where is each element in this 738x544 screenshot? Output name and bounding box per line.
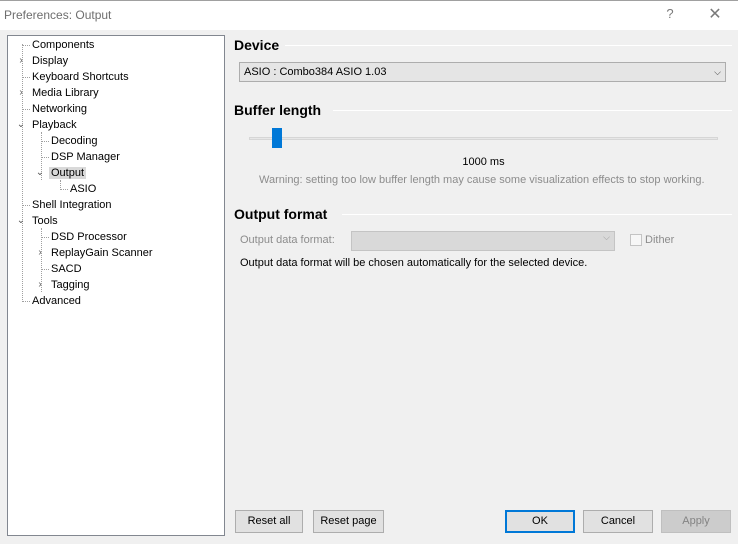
tree-item-label: Shell Integration [32, 199, 112, 211]
tree-line [22, 77, 30, 78]
tree-item-label: Components [32, 39, 95, 51]
expand-chevron-icon[interactable]: › [35, 245, 45, 261]
tree-item-display[interactable]: Display [30, 53, 70, 69]
device-select-value: ASIO : Combo384 ASIO 1.03 [244, 66, 387, 78]
tree-line [22, 301, 30, 302]
output-format-note: Output data format will be chosen automa… [240, 257, 588, 269]
preferences-tree[interactable]: › › ⌄ ⌄ ⌄ › › Components Display Keyboar… [7, 35, 225, 536]
output-format-heading: Output format [234, 206, 328, 222]
tree-item-label: ReplayGain Scanner [51, 247, 153, 259]
tree-item-sacd[interactable]: SACD [49, 261, 84, 277]
tree-item-shell-integration[interactable]: Shell Integration [30, 197, 114, 213]
dither-checkbox[interactable] [630, 234, 642, 246]
reset-page-button[interactable]: Reset page [313, 510, 384, 533]
tree-item-playback[interactable]: Playback [30, 117, 79, 133]
tree-item-networking[interactable]: Networking [30, 101, 89, 117]
buffer-length-heading: Buffer length [234, 102, 322, 118]
buffer-warning-text: Warning: setting too low buffer length m… [259, 174, 705, 186]
tree-line [60, 189, 68, 190]
tree-item-label: SACD [51, 263, 82, 275]
tree-line [22, 44, 23, 302]
buffer-length-slider-thumb[interactable] [272, 128, 282, 148]
tree-line [41, 141, 49, 142]
tree-item-tagging[interactable]: Tagging [49, 277, 92, 293]
section-divider [285, 45, 732, 46]
tree-item-asio[interactable]: ASIO [68, 181, 98, 197]
expand-chevron-icon[interactable]: › [35, 277, 45, 293]
tree-item-label: Advanced [32, 295, 81, 307]
buffer-length-slider-track[interactable] [249, 137, 718, 140]
tree-item-label: Networking [32, 103, 88, 115]
section-divider [342, 214, 732, 215]
tree-item-label: DSD Processor [51, 231, 127, 243]
title-bar: Preferences: Output ? ✕ [0, 0, 738, 30]
output-data-format-select[interactable]: ⌵ [351, 231, 615, 251]
reset-all-button[interactable]: Reset all [235, 510, 303, 533]
tree-item-label: Tools [32, 215, 58, 227]
tree-item-label: Decoding [51, 135, 98, 147]
collapse-chevron-icon[interactable]: ⌄ [16, 117, 26, 133]
chevron-down-icon: ⌵ [603, 232, 610, 242]
tree-item-label: Display [32, 55, 69, 67]
tree-line [22, 45, 30, 46]
tree-item-media-library[interactable]: Media Library [30, 85, 101, 101]
tree-item-label: Media Library [32, 87, 99, 99]
window-title: Preferences: Output [4, 8, 112, 22]
section-divider [333, 110, 732, 111]
tree-line [41, 237, 49, 238]
device-heading: Device [234, 37, 280, 53]
chevron-down-icon: ⌵ [714, 67, 721, 77]
expand-chevron-icon[interactable]: › [16, 53, 26, 69]
tree-item-label: Output [49, 167, 87, 179]
tree-item-keyboard-shortcuts[interactable]: Keyboard Shortcuts [30, 69, 131, 85]
device-select[interactable]: ASIO : Combo384 ASIO 1.03 ⌵ [239, 62, 726, 82]
apply-button[interactable]: Apply [661, 510, 731, 533]
tree-item-components[interactable]: Components [30, 37, 96, 53]
tree-item-label: Playback [32, 119, 77, 131]
tree-item-label: Tagging [51, 279, 90, 291]
cancel-button[interactable]: Cancel [583, 510, 653, 533]
expand-chevron-icon[interactable]: › [16, 85, 26, 101]
tree-line [41, 269, 49, 270]
close-icon[interactable]: ✕ [705, 4, 725, 24]
tree-item-advanced[interactable]: Advanced [30, 293, 83, 309]
tree-item-decoding[interactable]: Decoding [49, 133, 99, 149]
tree-item-tools[interactable]: Tools [30, 213, 60, 229]
dither-label: Dither [645, 234, 675, 246]
collapse-chevron-icon[interactable]: ⌄ [16, 213, 26, 229]
tree-line [22, 109, 30, 110]
ok-button[interactable]: OK [505, 510, 575, 533]
tree-item-label: ASIO [70, 183, 97, 195]
tree-item-label: Keyboard Shortcuts [32, 71, 129, 83]
tree-item-replaygain-scanner[interactable]: ReplayGain Scanner [49, 245, 155, 261]
help-button[interactable]: ? [660, 6, 680, 21]
tree-line [22, 205, 30, 206]
buffer-length-value: 1000 ms [462, 156, 505, 168]
tree-item-dsd-processor[interactable]: DSD Processor [49, 229, 129, 245]
output-data-format-label: Output data format: [240, 234, 335, 246]
